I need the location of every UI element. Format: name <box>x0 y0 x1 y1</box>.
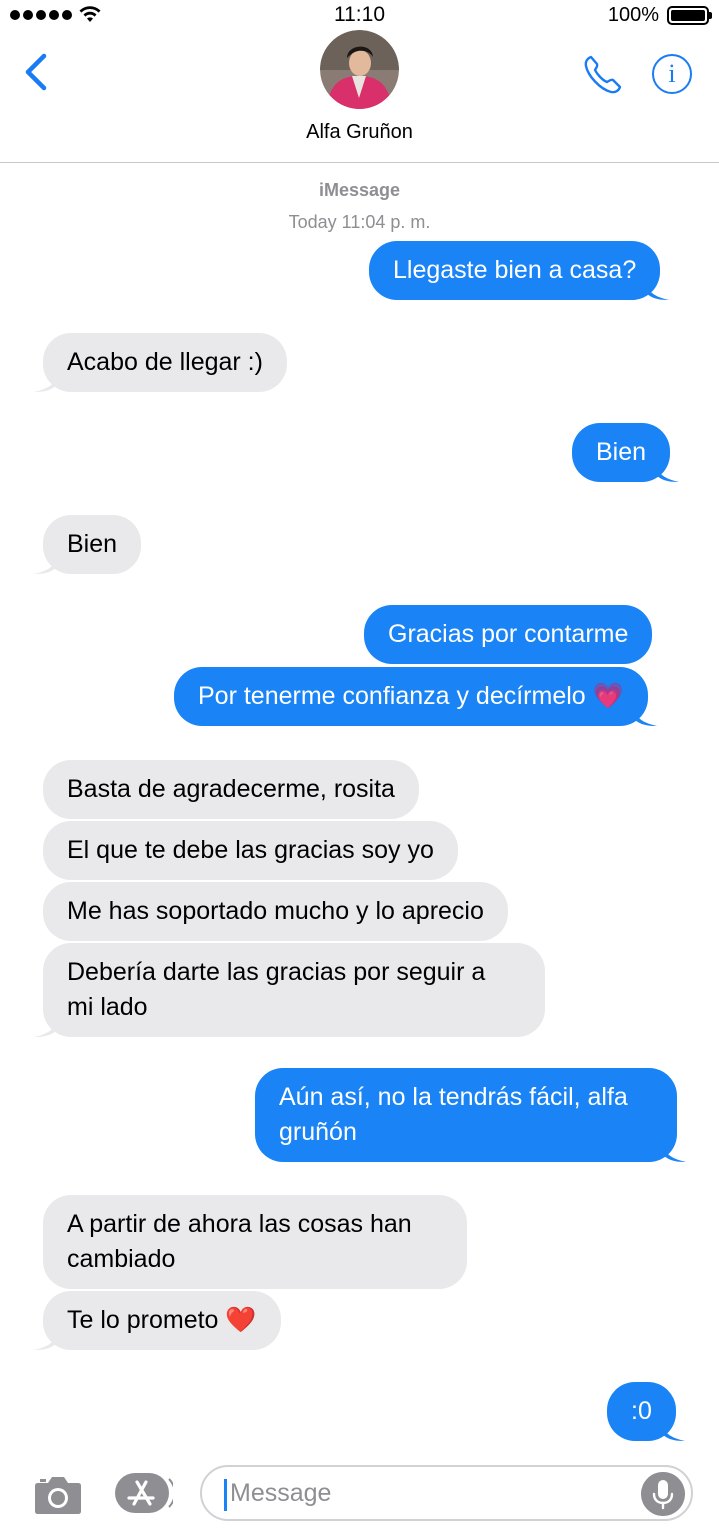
conversation-timestamp: Today 11:04 p. m. <box>288 212 431 232</box>
message-text-line: A partir de ahora las cosas han <box>67 1210 412 1238</box>
compose-bar: Message <box>0 1455 719 1530</box>
bubble-tail <box>645 278 670 300</box>
conversation-header: Alfa Gruñon i <box>0 30 719 163</box>
bubble-tail <box>34 1328 58 1350</box>
message-bubble-received[interactable]: Debería darte las gracias por seguir a m… <box>34 943 545 1037</box>
battery-percentage: 100% <box>607 4 659 26</box>
message-text: :0 <box>631 1397 652 1425</box>
message-text-line: cambiado <box>67 1245 176 1273</box>
info-icon[interactable]: i <box>652 54 692 94</box>
message-bubble-sent[interactable]: Por tenerme confianza y decírmelo 💗 <box>174 667 657 726</box>
camera-icon[interactable] <box>34 1473 82 1515</box>
message-placeholder: Message <box>230 1479 332 1507</box>
microphone-icon[interactable] <box>641 1472 685 1516</box>
message-bubble-received[interactable]: Me has soportado mucho y lo aprecio <box>43 882 508 941</box>
contact-name[interactable]: Alfa Gruñon <box>0 121 719 144</box>
message-bubble-sent[interactable]: Llegaste bien a casa? <box>369 241 670 300</box>
message-bubble-received[interactable]: A partir de ahora las cosas han cambiado <box>43 1195 467 1289</box>
app-store-icon[interactable] <box>115 1473 173 1513</box>
message-bubble-received[interactable]: Acabo de llegar :) <box>34 333 287 392</box>
message-text-line: Aún así, no la tendrás fácil, alfa <box>279 1083 628 1111</box>
message-text-line: gruñón <box>279 1118 357 1146</box>
message-bubble-sent[interactable]: Bien <box>572 423 680 482</box>
message-text: Llegaste bien a casa? <box>393 256 637 284</box>
message-text: Me has soportado mucho y lo aprecio <box>67 897 484 925</box>
chevron-left-icon[interactable] <box>20 50 60 94</box>
contact-avatar[interactable] <box>320 30 399 109</box>
message-bubble-received[interactable]: El que te debe las gracias soy yo <box>43 821 458 880</box>
message-text: Por tenerme confianza y decírmelo 💗 <box>198 682 624 710</box>
service-label: iMessage <box>318 180 401 200</box>
message-text: Bien <box>596 438 647 466</box>
bubble-tail <box>662 1140 686 1162</box>
message-bubble-sent[interactable]: :0 <box>607 1382 685 1441</box>
status-bar: 11:10 100% <box>0 0 719 30</box>
message-text: Gracias por contarme <box>388 620 629 648</box>
message-input[interactable]: Message <box>200 1465 693 1521</box>
message-text-line: mi lado <box>67 993 148 1021</box>
message-text: Bien <box>67 530 118 558</box>
bubble-tail <box>34 552 58 574</box>
message-text: Basta de agradecerme, rosita <box>67 775 395 803</box>
message-bubble-sent[interactable]: Gracias por contarme <box>364 605 653 664</box>
bubble-tail <box>655 460 680 482</box>
bubble-tail <box>34 370 58 392</box>
message-bubble-received[interactable]: Bien <box>34 515 142 574</box>
bubble-tail <box>660 1419 685 1441</box>
message-bubble-received[interactable]: Te lo prometo ❤️ <box>34 1291 281 1350</box>
message-text: Acabo de llegar :) <box>67 348 263 376</box>
message-text: El que te debe las gracias soy yo <box>67 836 434 864</box>
message-bubble-sent[interactable]: Aún así, no la tendrás fácil, alfa gruñó… <box>255 1068 686 1162</box>
message-text: Te lo prometo ❤️ <box>67 1306 257 1334</box>
bubble-tail <box>632 704 657 726</box>
message-text-line: Debería darte las gracias por seguir a <box>67 958 486 986</box>
message-bubble-received[interactable]: Basta de agradecerme, rosita <box>43 760 419 819</box>
bubble-tail <box>34 1015 58 1037</box>
text-cursor <box>224 1479 227 1511</box>
phone-icon[interactable] <box>580 52 626 98</box>
battery-icon <box>667 6 712 25</box>
